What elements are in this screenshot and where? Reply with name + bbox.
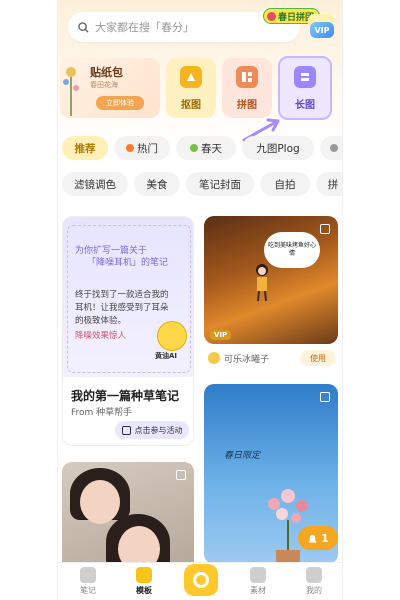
tool-long-image[interactable]: 长图 (278, 56, 332, 120)
tool-collage[interactable]: 拼图 (222, 58, 272, 118)
tag-recommend[interactable]: 推荐 (62, 136, 108, 160)
nav-item-templates[interactable]: 模板 (124, 567, 164, 596)
tag-filter[interactable]: 滤镜调色 (62, 172, 128, 196)
mascot-icon (157, 321, 187, 351)
sticker-pack-title: 贴纸包 (90, 66, 123, 79)
join-activity-button[interactable]: 点击参与活动 (115, 421, 189, 439)
tag-note-cover[interactable]: 笔记封面 (186, 172, 254, 196)
tag-more[interactable] (320, 136, 342, 160)
note-template-card[interactable]: 为你扩写一篇关于 「降噪耳机」的笔记 终于找到了一款适合我的耳机！让我感受到了耳… (62, 216, 194, 446)
long-image-icon (294, 66, 316, 88)
card-from: From 种草帮手 (71, 408, 133, 418)
tool-cutout[interactable]: 抠图 (166, 58, 216, 118)
face-1 (80, 480, 120, 524)
flower-sticker-icon (63, 67, 79, 116)
tag-hot[interactable]: 热门 (114, 136, 170, 160)
use-template-button[interactable]: 使用 (300, 350, 336, 366)
cutout-icon (180, 66, 202, 88)
notification-count: 1 (321, 531, 329, 545)
create-button[interactable] (184, 564, 218, 596)
fire-icon (126, 144, 134, 152)
tool-cutout-label: 抠图 (181, 100, 201, 111)
tag-food[interactable]: 美食 (134, 172, 180, 196)
camera-icon (121, 425, 131, 435)
food-template-card[interactable]: 吃到美味烤鱼好心情 VIP (204, 216, 338, 344)
preview-body: 终于找到了一款适合我的耳机！让我感受到了耳朵的极致体验。 (75, 290, 169, 326)
author-avatar[interactable] (208, 352, 220, 364)
bell-icon (309, 534, 317, 543)
preview-line2: 「降噪耳机」的笔记 (87, 258, 169, 268)
template-icon (136, 567, 152, 583)
more-icon (329, 144, 338, 152)
sticker-pack-subtitle: 春田花海 (90, 81, 118, 89)
tag-hot-label: 热门 (137, 142, 158, 155)
search-icon (78, 21, 89, 33)
nav-item-notes[interactable]: 笔记 (68, 567, 108, 596)
handwritten-text: 春日限定 (224, 451, 261, 461)
nav-label-templates: 模板 (136, 586, 152, 595)
collage-icon (236, 66, 258, 88)
profile-icon (306, 567, 322, 583)
search-placeholder: 大家都在搜「春分」 (95, 21, 194, 34)
nav-label-materials: 素材 (250, 586, 266, 595)
multi-image-icon (320, 224, 330, 234)
try-now-button[interactable]: 立即体验 (96, 96, 144, 110)
tag-spring-label: 春天 (201, 142, 222, 155)
mascot-label: 黄油AI (155, 352, 178, 360)
join-activity-label: 点击参与活动 (134, 425, 183, 435)
leaf-icon (190, 144, 198, 152)
nav-label-notes: 笔记 (80, 586, 96, 595)
selfie-template-card[interactable] (62, 462, 194, 572)
tool-collage-label: 拼图 (237, 100, 257, 111)
multi-image-icon (320, 392, 330, 402)
flower-bouquet-icon (268, 489, 308, 564)
girl-sticker-icon (256, 264, 268, 302)
nav-item-profile[interactable]: 我的 (294, 567, 334, 596)
author-name[interactable]: 可乐冰曦子 (224, 352, 269, 365)
nav-item-materials[interactable]: 素材 (238, 567, 278, 596)
notification-button[interactable]: 1 (298, 526, 338, 550)
preview-highlight: 降噪效果惊人 (75, 331, 127, 341)
vip-tag: VIP (210, 330, 232, 340)
tag-nine-plog[interactable]: 九图Plog (242, 136, 314, 160)
flower-icon (267, 11, 276, 21)
note-template-preview: 为你扩写一篇关于 「降噪耳机」的笔记 终于找到了一款适合我的耳机！让我感受到了耳… (63, 217, 193, 377)
speech-bubble: 吃到美味烤鱼好心情 (264, 232, 320, 268)
camera-ring-icon (193, 572, 209, 588)
tool-long-image-label: 长图 (295, 100, 315, 111)
app-screen: 大家都在搜「春分」 春日拼团 VIP 贴纸包 春田花海 立即体验 抠图 拼图 长… (57, 0, 343, 600)
use-template-label: 使用 (310, 353, 326, 363)
tag-spring[interactable]: 春天 (176, 136, 236, 160)
tag-collage[interactable]: 拼 (316, 172, 342, 196)
vip-badge[interactable]: VIP (310, 22, 334, 38)
multi-image-icon (176, 470, 186, 480)
sticker-pack-card[interactable]: 贴纸包 春田花海 立即体验 (60, 58, 160, 118)
card-title: 我的第一篇种草笔记 (71, 389, 180, 403)
tag-selfie[interactable]: 自拍 (260, 172, 310, 196)
material-icon (250, 567, 266, 583)
nav-label-profile: 我的 (306, 586, 322, 595)
note-icon (80, 567, 96, 583)
